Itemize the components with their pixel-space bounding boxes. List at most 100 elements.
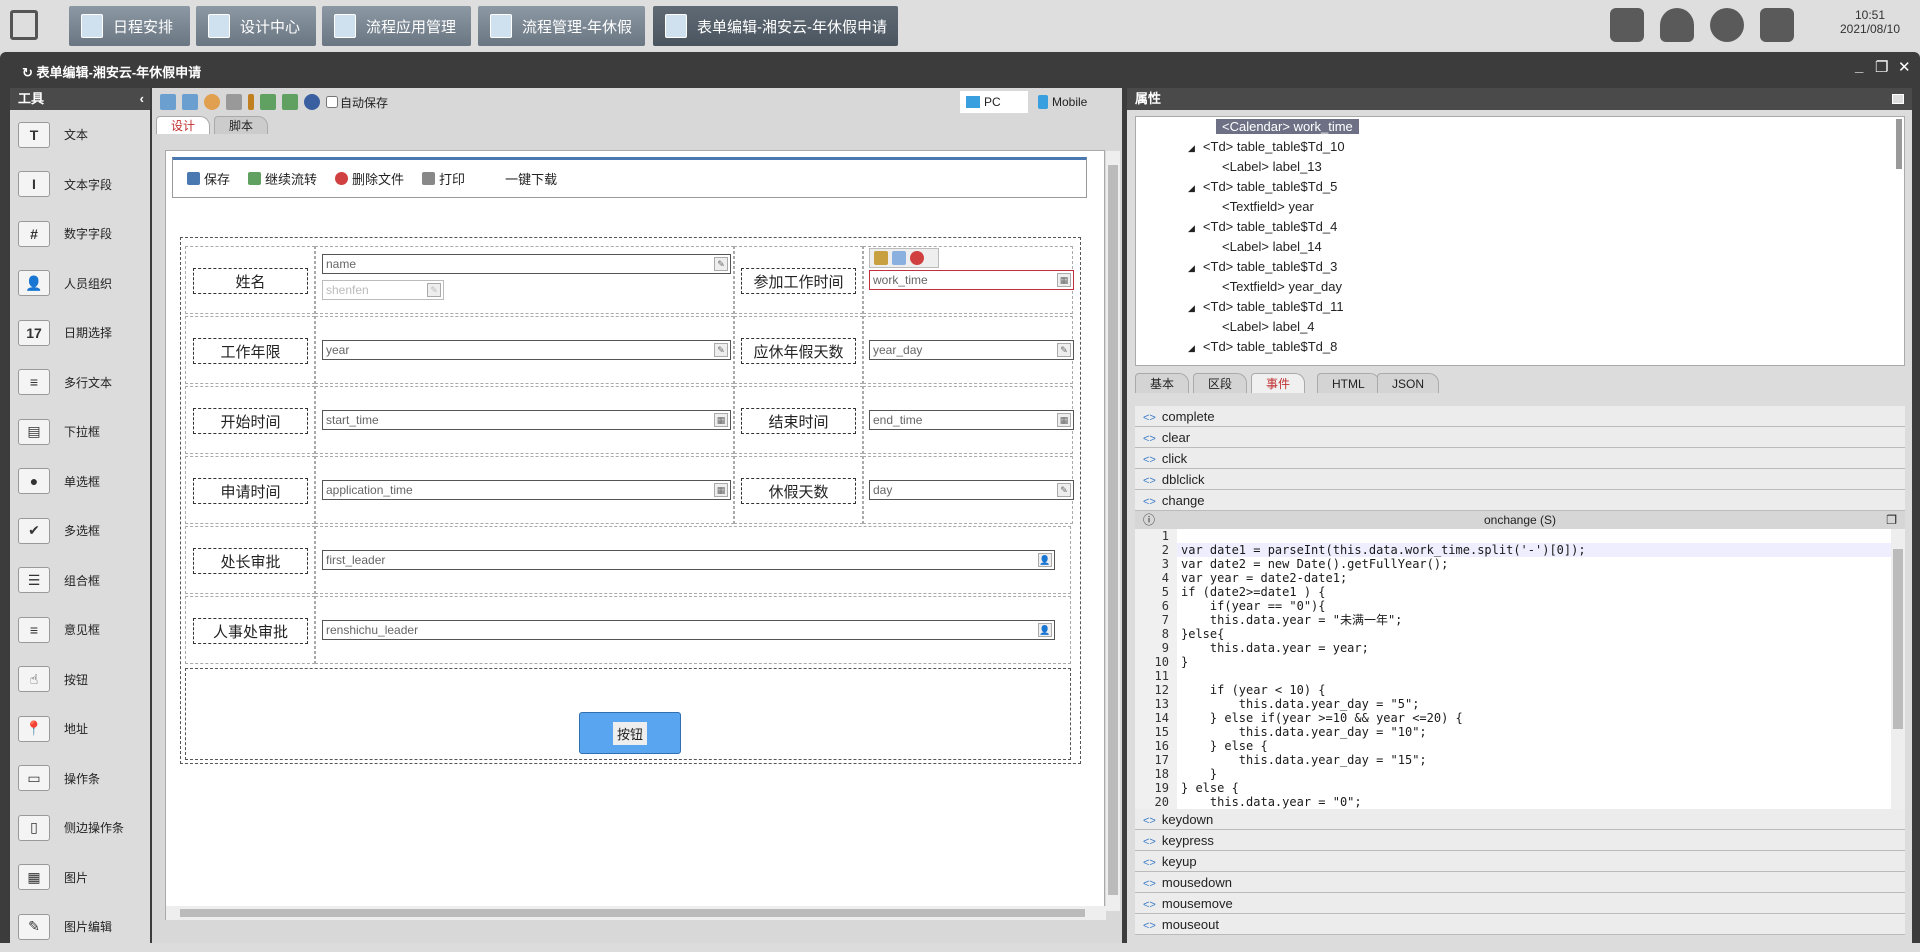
event-item[interactable]: <> click [1135, 448, 1905, 469]
edit-icon[interactable]: ✎ [1057, 343, 1071, 357]
tree-node[interactable]: <Label> label_14 [1136, 237, 1904, 257]
event-item[interactable]: <> change [1135, 490, 1905, 511]
delete-icon[interactable] [910, 251, 924, 265]
event-item[interactable]: <> mouseout [1135, 914, 1905, 935]
text-input[interactable]: renshichu_leader 👤 [322, 620, 1055, 640]
tab-事件[interactable]: 事件 [1251, 373, 1306, 393]
tool-item[interactable]: ● 单选框 [10, 457, 150, 507]
person-picker-icon[interactable]: 👤 [1038, 623, 1052, 637]
tree-scrollbar[interactable] [1896, 119, 1902, 169]
text-input[interactable]: application_time ▦ [322, 480, 731, 500]
tool-item[interactable]: ✔ 多选框 [10, 506, 150, 556]
event-item[interactable]: <> dblclick [1135, 469, 1905, 490]
tree-node[interactable]: ◢ <Td> table_table$Td_11 [1136, 297, 1904, 317]
action-button[interactable]: 继续流转 [248, 169, 317, 188]
text-input[interactable]: day ✎ [869, 480, 1074, 500]
tool-item[interactable]: 👤 人员组织 [10, 259, 150, 309]
mail-icon[interactable] [1610, 8, 1644, 42]
event-item[interactable]: <> keypress [1135, 830, 1905, 851]
tab-区段[interactable]: 区段 [1193, 373, 1248, 393]
collapse-icon[interactable]: ‹ [140, 88, 144, 110]
calendar-icon[interactable]: ▦ [1057, 413, 1071, 427]
edit-icon[interactable]: ✎ [714, 257, 728, 271]
tool-item[interactable]: # 数字字段 [10, 209, 150, 259]
tab-HTML[interactable]: HTML [1317, 373, 1380, 393]
taskbar-tab[interactable]: 表单编辑-湘安云-年休假申请 [653, 6, 898, 46]
restore-button[interactable]: ❐ [1875, 58, 1888, 76]
tool-item[interactable]: ☰ 组合框 [10, 556, 150, 606]
expand-triangle-icon[interactable]: ◢ [1188, 143, 1195, 153]
expand-triangle-icon[interactable]: ◢ [1188, 223, 1195, 233]
close-button[interactable]: ✕ [1898, 58, 1911, 76]
copy-icon[interactable] [892, 251, 906, 265]
action-button[interactable]: 一键下载 [505, 169, 557, 188]
device-pc-tab[interactable]: PC [960, 91, 1028, 113]
person-picker-icon[interactable]: 👤 [1038, 553, 1052, 567]
text-input[interactable]: shenfen ✎ [322, 280, 444, 300]
tool-item[interactable]: ▦ 图片 [10, 853, 150, 903]
info-icon[interactable]: ⓘ [1143, 511, 1155, 529]
text-input[interactable]: end_time ▦ [869, 410, 1074, 430]
minimize-button[interactable]: _ [1855, 58, 1863, 75]
expand-triangle-icon[interactable]: ◢ [1188, 263, 1195, 273]
taskbar-tab[interactable]: 日程安排 [69, 6, 190, 46]
text-input[interactable]: year_day ✎ [869, 340, 1074, 360]
text-input[interactable]: start_time ▦ [322, 410, 731, 430]
tool-item[interactable]: ▭ 操作条 [10, 754, 150, 804]
tool-item[interactable]: ≡ 多行文本 [10, 358, 150, 408]
expand-triangle-icon[interactable]: ◢ [1188, 343, 1195, 353]
tool-item[interactable]: I 文本字段 [10, 160, 150, 210]
start-logo[interactable] [10, 10, 38, 40]
tab-JSON[interactable]: JSON [1377, 373, 1440, 393]
code-editor[interactable]: 1 2 var date1 = parseInt(this.data.work_ti… [1135, 529, 1905, 809]
tool-item[interactable]: ☝ 按钮 [10, 655, 150, 705]
refresh-icon[interactable]: ↻ [22, 65, 37, 80]
tree-node[interactable]: ◢ <Td> table_table$Td_3 [1136, 257, 1904, 277]
event-item[interactable]: <> complete [1135, 406, 1905, 427]
tool-item[interactable]: ▤ 下拉框 [10, 407, 150, 457]
print-icon[interactable] [226, 94, 242, 110]
calendar-icon[interactable]: ▦ [1057, 273, 1071, 287]
tool-item[interactable]: ▯ 侧边操作条 [10, 803, 150, 853]
tab-script[interactable]: 脚本 [214, 116, 269, 134]
text-input[interactable]: name ✎ [322, 254, 731, 274]
wand-icon[interactable] [248, 94, 254, 110]
move-icon[interactable] [874, 251, 888, 265]
code-scrollbar[interactable] [1891, 529, 1905, 809]
tool-item[interactable]: ✎ 图片编辑 [10, 902, 150, 952]
menu-list-icon[interactable] [1760, 8, 1794, 42]
form-button[interactable]: 按钮 [579, 712, 681, 754]
tree-node[interactable]: ◢ <Td> table_table$Td_8 [1136, 337, 1904, 357]
edit-icon[interactable]: ✎ [1057, 483, 1071, 497]
event-item[interactable]: <> keydown [1135, 809, 1905, 830]
tool-item[interactable]: ≡ 意见框 [10, 605, 150, 655]
tool-item[interactable]: 📍 地址 [10, 704, 150, 754]
event-item[interactable]: <> keyup [1135, 851, 1905, 872]
tab-design[interactable]: 设计 [156, 116, 211, 134]
tree-node[interactable]: <Calendar> work_time [1136, 117, 1904, 137]
taskbar-tab[interactable]: 设计中心 [196, 6, 316, 46]
tree-node[interactable]: ◢ <Td> table_table$Td_5 [1136, 177, 1904, 197]
vertical-scrollbar[interactable] [1106, 151, 1120, 911]
edit-icon[interactable]: ✎ [714, 343, 728, 357]
tool-item[interactable]: 17 日期选择 [10, 308, 150, 358]
save-icon[interactable] [160, 94, 176, 110]
action-button[interactable]: 打印 [422, 169, 465, 188]
expand-triangle-icon[interactable]: ◢ [1188, 183, 1195, 193]
tree-node[interactable]: <Textfield> year [1136, 197, 1904, 217]
device-mobile-tab[interactable]: Mobile [1032, 91, 1093, 113]
calendar-icon[interactable]: ▦ [714, 413, 728, 427]
export-icon[interactable] [282, 94, 298, 110]
event-item[interactable]: <> clear [1135, 427, 1905, 448]
horizontal-scrollbar[interactable] [166, 906, 1106, 920]
calendar-icon[interactable]: ▦ [714, 483, 728, 497]
text-input[interactable]: first_leader 👤 [322, 550, 1055, 570]
tree-node[interactable]: <Label> label_4 [1136, 317, 1904, 337]
action-button[interactable]: 删除文件 [335, 169, 404, 188]
maximize-editor-icon[interactable]: ❐ [1886, 511, 1897, 529]
action-button[interactable]: 保存 [187, 169, 230, 188]
tool-item[interactable]: T 文本 [10, 110, 150, 160]
tree-node[interactable]: ◢ <Td> table_table$Td_4 [1136, 217, 1904, 237]
import-icon[interactable] [260, 94, 276, 110]
text-input[interactable]: year ✎ [322, 340, 731, 360]
